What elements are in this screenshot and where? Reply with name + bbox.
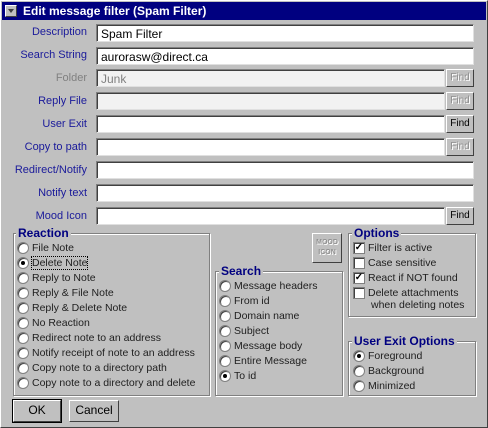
reaction-label: Reply & Delete Note [32, 302, 128, 314]
reaction-radio-redirect[interactable] [17, 332, 29, 344]
search-radio-domain[interactable] [219, 310, 231, 322]
case-sensitive-checkbox[interactable] [353, 257, 365, 269]
user-exit-find-button[interactable]: Find [446, 115, 474, 133]
search-string-label: Search String [20, 49, 87, 61]
edit-filter-window: Edit message filter (Spam Filter) Descri… [0, 0, 488, 428]
redirect-notify-label: Redirect/Notify [14, 164, 87, 176]
search-label: Domain name [234, 310, 300, 322]
search-label: Subject [234, 325, 270, 337]
user-exit-option-label: Foreground [368, 350, 423, 362]
search-radio-from[interactable] [219, 295, 231, 307]
user-exit-option-label: Minimized [368, 380, 416, 392]
search-radio-headers[interactable] [219, 280, 231, 292]
reaction-radio-no-reaction[interactable] [17, 317, 29, 329]
description-field[interactable]: Spam Filter [96, 24, 474, 42]
copy-to-path-field[interactable] [96, 138, 445, 156]
folder-find-button[interactable]: Find [446, 69, 474, 87]
reaction-label: No Reaction [32, 317, 90, 329]
reaction-label: Redirect note to an address [32, 332, 161, 344]
reaction-title: Reaction [16, 226, 71, 240]
delete-attachments-checkbox[interactable] [353, 287, 365, 299]
mood-icon-find-button[interactable]: Find [446, 207, 474, 225]
copy-to-path-find-button[interactable]: Find [446, 138, 474, 156]
background-radio[interactable] [353, 365, 365, 377]
search-radio-subject[interactable] [219, 325, 231, 337]
search-label: To id [234, 370, 257, 382]
reaction-radio-delete-note[interactable] [17, 257, 29, 269]
mood-button-line2: ICON [318, 249, 336, 256]
option-label: when deleting notes [371, 299, 465, 311]
option-label: Delete attachments [368, 287, 459, 299]
copy-to-path-label: Copy to path [24, 141, 87, 153]
system-menu-icon[interactable] [5, 5, 17, 17]
title-bar: Edit message filter (Spam Filter) [2, 2, 486, 20]
reaction-label: Reply & File Note [32, 287, 114, 299]
react-if-not-found-checkbox[interactable]: ✓ [353, 272, 365, 284]
notify-text-label: Notify text [38, 187, 87, 199]
foreground-radio[interactable] [353, 350, 365, 362]
mood-icon-label: Mood Icon [35, 210, 87, 222]
search-string-field[interactable]: aurorasw@direct.ca [96, 47, 474, 65]
option-label: Case sensitive [368, 257, 437, 269]
reaction-label: Copy note to a directory and delete [32, 377, 196, 389]
notify-text-field[interactable] [96, 184, 474, 202]
mood-button-line1: MOOD [316, 239, 338, 246]
reaction-radio-copy-delete[interactable] [17, 377, 29, 389]
filter-active-checkbox[interactable]: ✓ [353, 242, 365, 254]
reply-file-find-button[interactable]: Find [446, 92, 474, 110]
user-exit-options-title: User Exit Options [352, 334, 457, 348]
reaction-label: Delete Note [30, 256, 89, 270]
reaction-label: Copy note to a directory path [32, 362, 167, 374]
user-exit-option-label: Background [368, 365, 425, 377]
reaction-radio-file-note[interactable] [17, 242, 29, 254]
reaction-label: Notify receipt of note to an address [32, 347, 195, 359]
description-label: Description [31, 26, 87, 38]
search-label: From id [234, 295, 270, 307]
minimized-radio[interactable] [353, 380, 365, 392]
search-radio-body[interactable] [219, 340, 231, 352]
cancel-button[interactable]: Cancel [69, 400, 119, 422]
search-label: Entire Message [234, 355, 307, 367]
mood-icon-field[interactable] [96, 207, 445, 225]
user-exit-label: User Exit [42, 118, 87, 130]
option-label: Filter is active [368, 242, 433, 254]
reaction-label: Reply to Note [32, 272, 96, 284]
reaction-radio-reply-file[interactable] [17, 287, 29, 299]
search-radio-entire[interactable] [219, 355, 231, 367]
reaction-label: File Note [32, 242, 75, 254]
reaction-radio-reply-delete[interactable] [17, 302, 29, 314]
ok-button[interactable]: OK [12, 399, 62, 423]
reply-file-field[interactable] [96, 92, 445, 110]
search-label: Message headers [234, 280, 318, 292]
redirect-notify-field[interactable] [96, 161, 474, 179]
search-radio-to-id[interactable] [219, 370, 231, 382]
folder-label: Folder [55, 72, 87, 84]
reaction-radio-reply[interactable] [17, 272, 29, 284]
reaction-radio-notify-receipt[interactable] [17, 347, 29, 359]
user-exit-field[interactable] [96, 115, 445, 133]
search-label: Message body [234, 340, 303, 352]
option-label: React if NOT found [368, 272, 458, 284]
window-title: Edit message filter (Spam Filter) [23, 4, 207, 18]
mood-icon-button[interactable]: MOOD ICON [312, 233, 342, 263]
reaction-radio-copy[interactable] [17, 362, 29, 374]
reply-file-label: Reply File [38, 95, 87, 107]
options-title: Options [352, 226, 402, 240]
folder-field[interactable]: Junk [96, 69, 445, 87]
search-title: Search [219, 264, 264, 278]
